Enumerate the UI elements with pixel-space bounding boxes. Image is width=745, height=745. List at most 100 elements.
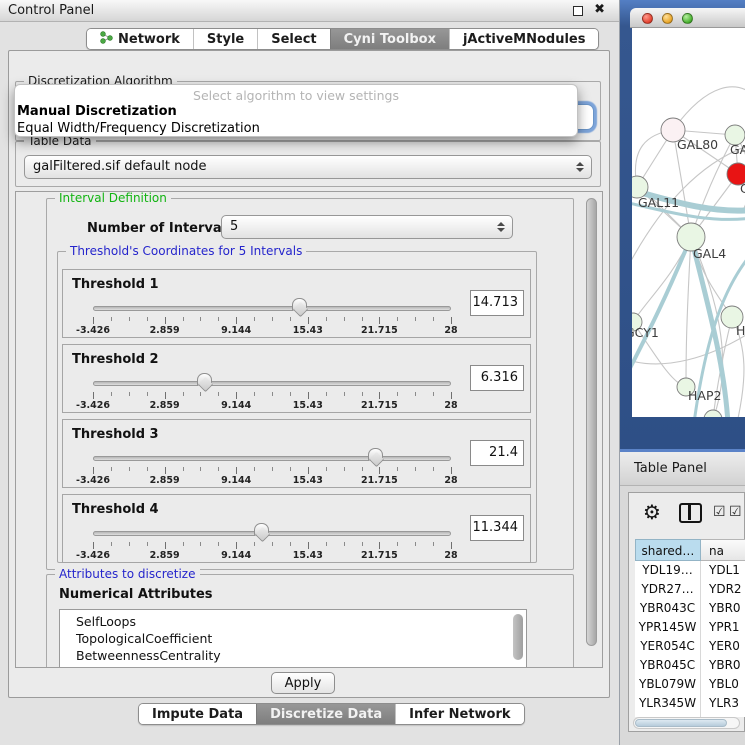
slider-tick-labels: -3.4262.8599.14415.4321.71528 bbox=[93, 475, 451, 486]
tab-style[interactable]: Style bbox=[193, 29, 257, 49]
zoom-traffic-light[interactable] bbox=[682, 13, 693, 24]
checkbox-icon[interactable]: ☑ bbox=[713, 504, 726, 520]
network-icon bbox=[100, 31, 113, 48]
num-intervals-label: Number of Intervals bbox=[87, 221, 234, 236]
tab-label: Select bbox=[271, 32, 316, 47]
cell-shared-name: YBR043C bbox=[635, 599, 701, 618]
table-toolbar: ⚙ ☑ ☑ bbox=[629, 493, 744, 537]
slider-handle[interactable] bbox=[197, 373, 212, 393]
table-header-row: shared… na bbox=[635, 539, 745, 561]
slider-ticks bbox=[93, 542, 451, 550]
table-row[interactable]: YBR043CYBR0 bbox=[635, 599, 745, 618]
threshold-row: Threshold 4 -3.4262.8599.14415.4321.71528… bbox=[62, 494, 531, 563]
threshold-label: Threshold 1 bbox=[72, 277, 159, 292]
attribute-list-item[interactable]: BetweennessCentrality bbox=[60, 647, 526, 664]
threshold-value-field[interactable]: 21.4 bbox=[470, 440, 524, 466]
tab-network[interactable]: Network bbox=[87, 29, 193, 49]
slider-ticks bbox=[93, 317, 451, 325]
tab-impute-data[interactable]: Impute Data bbox=[139, 704, 256, 724]
cell-name: YBR0 bbox=[701, 599, 745, 618]
threshold-row: Threshold 3-3.4262.8599.14415.4321.71528… bbox=[62, 419, 531, 488]
table-row[interactable]: YPR145WYPR1 bbox=[635, 618, 745, 637]
attributes-list[interactable]: SelfLoopsTopologicalCoefficientBetweenne… bbox=[59, 609, 527, 668]
slider-handle[interactable] bbox=[368, 448, 383, 468]
table-panel-titlebar: Table Panel bbox=[620, 452, 745, 486]
close-traffic-light[interactable] bbox=[642, 13, 653, 24]
tab-select[interactable]: Select bbox=[257, 29, 329, 49]
cell-shared-name: YPR145W bbox=[635, 618, 701, 637]
cell-name: YDR2 bbox=[701, 580, 745, 599]
slider-tick-labels: -3.4262.8599.14415.4321.71528 bbox=[93, 550, 451, 561]
network-node-label: GA bbox=[730, 142, 745, 157]
tab-discretize-data[interactable]: Discretize Data bbox=[256, 704, 395, 724]
network-edge-highlighted bbox=[632, 237, 691, 380]
tab-label: Network bbox=[118, 32, 180, 47]
column-header-name[interactable]: na bbox=[701, 539, 745, 561]
slider-handle[interactable] bbox=[292, 298, 307, 318]
network-window-titlebar[interactable] bbox=[630, 8, 745, 28]
attribute-list-item[interactable]: TopologicalCoefficient bbox=[60, 630, 526, 647]
apply-button[interactable]: Apply bbox=[271, 672, 335, 694]
cell-shared-name: YLR345W bbox=[635, 694, 701, 713]
tab-label: Infer Network bbox=[409, 707, 510, 722]
column-header-shared-name[interactable]: shared… bbox=[635, 539, 701, 561]
cell-shared-name: YER054C bbox=[635, 637, 701, 656]
table-data-selected-value: galFiltered.sif default node bbox=[33, 156, 591, 178]
threshold-label: Threshold 2 bbox=[72, 352, 159, 367]
slider-track[interactable] bbox=[93, 306, 451, 311]
table-row[interactable]: YER054CYER0 bbox=[635, 637, 745, 656]
slider-track[interactable] bbox=[93, 531, 451, 536]
minimize-traffic-light[interactable] bbox=[662, 13, 673, 24]
cell-name: YLR3 bbox=[701, 694, 745, 713]
attribute-list-item[interactable]: SelfLoops bbox=[60, 610, 526, 630]
close-icon[interactable]: ✖ bbox=[594, 2, 605, 17]
tab-cyni-toolbox[interactable]: Cyni Toolbox bbox=[330, 29, 449, 49]
threshold-value-field[interactable]: 6.316 bbox=[470, 365, 524, 391]
popup-option[interactable]: Equal Width/Frequency Discretization bbox=[15, 121, 577, 138]
attributes-list-scrollbar[interactable] bbox=[513, 614, 523, 660]
table-row[interactable]: YBL079WYBL0 bbox=[635, 675, 745, 694]
numerical-attributes-label: Numerical Attributes bbox=[59, 587, 213, 602]
cell-shared-name: YDL19… bbox=[635, 561, 701, 580]
checkbox-icon[interactable]: ☑ bbox=[729, 504, 742, 520]
tab-label: Style bbox=[207, 32, 244, 47]
horizontal-scrollbar-thumb[interactable] bbox=[635, 719, 727, 727]
horizontal-scrollbar[interactable] bbox=[633, 717, 740, 729]
slider-handle[interactable] bbox=[254, 523, 269, 543]
slider-ticks bbox=[93, 467, 451, 475]
network-canvas[interactable]: GAL80GACGAL11GAL4GCY1HHAP2 bbox=[632, 28, 745, 417]
split-panel-icon[interactable] bbox=[679, 503, 702, 523]
slider-track[interactable] bbox=[93, 381, 451, 386]
right-desktop: GAL80GACGAL11GAL4GCY1HHAP2 Table Panel ⚙… bbox=[620, 0, 745, 745]
threshold-value-field[interactable]: 14.713 bbox=[470, 290, 524, 316]
network-node[interactable] bbox=[704, 410, 722, 417]
screen: Control Panel ✖ NetworkStyleSelectCyni T… bbox=[0, 0, 745, 745]
threshold-label: Threshold 4 bbox=[72, 502, 159, 517]
threshold-row: Threshold 2 -3.4262.8599.14415.4321.71528… bbox=[62, 344, 531, 413]
cell-name: YER0 bbox=[701, 637, 745, 656]
table-row[interactable]: YLR345WYLR3 bbox=[635, 694, 745, 713]
cell-shared-name: YDR27… bbox=[635, 580, 701, 599]
float-window-icon[interactable] bbox=[573, 6, 583, 16]
vertical-scrollbar[interactable] bbox=[586, 198, 597, 646]
tab-label: Impute Data bbox=[152, 707, 243, 722]
network-edge bbox=[686, 237, 691, 387]
control-panel-tabstrip: Network Style Select Cyni ToolboxjActiveMNo… bbox=[86, 28, 599, 50]
table-row[interactable]: YDR27…YDR2 bbox=[635, 580, 745, 599]
slider-tick-labels: -3.4262.8599.14415.4321.71528 bbox=[93, 400, 451, 411]
tab-jactivemnodules[interactable]: jActiveMNodules bbox=[449, 29, 599, 49]
cell-name: YPR1 bbox=[701, 618, 745, 637]
gear-icon[interactable]: ⚙ bbox=[643, 501, 661, 523]
table-data-select[interactable]: galFiltered.sif default node bbox=[24, 155, 592, 179]
popup-hint: Select algorithm to view settings bbox=[15, 87, 577, 104]
popup-option[interactable]: Manual Discretization bbox=[15, 104, 577, 121]
interval-definition-group: Interval Definition Number of Intervals … bbox=[46, 198, 574, 570]
cell-name: YDL1 bbox=[701, 561, 745, 580]
slider-track[interactable] bbox=[93, 456, 451, 461]
tab-infer-network[interactable]: Infer Network bbox=[395, 704, 523, 724]
table-row[interactable]: YDL19…YDL1 bbox=[635, 561, 745, 580]
num-intervals-select[interactable]: 5 bbox=[221, 215, 513, 239]
threshold-value-field[interactable]: 11.344 bbox=[470, 515, 524, 541]
table-row[interactable]: YBR045CYBR0 bbox=[635, 656, 745, 675]
network-node-label: H bbox=[736, 323, 745, 338]
